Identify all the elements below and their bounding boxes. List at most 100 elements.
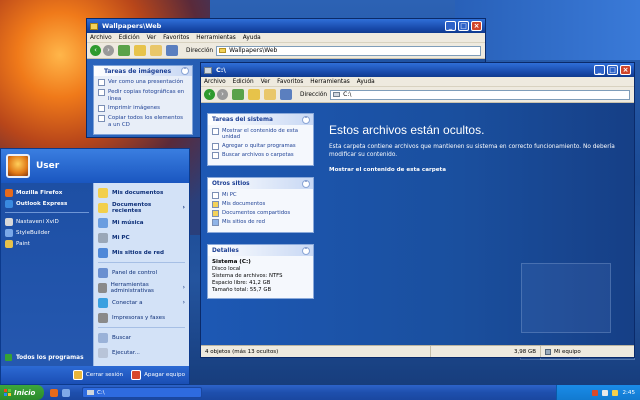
close-button[interactable]: × — [620, 65, 631, 75]
place-connect-to[interactable]: Conectar a › — [94, 295, 189, 310]
place-network[interactable]: Mis sitios de red — [94, 245, 189, 260]
start-button[interactable]: Inicio — [0, 385, 44, 400]
place-my-computer[interactable]: Mi PC — [212, 192, 309, 199]
network-icon[interactable] — [602, 389, 609, 396]
firefox-icon[interactable] — [50, 388, 58, 397]
search-icon[interactable] — [248, 89, 260, 100]
program-firefox[interactable]: Mozilla Firefox — [1, 187, 93, 198]
menu-archivo[interactable]: Archivo — [204, 79, 226, 85]
up-folder-icon[interactable] — [118, 45, 130, 56]
clock[interactable]: 2:45 — [622, 390, 635, 396]
back-icon[interactable]: ‹ — [204, 89, 215, 100]
place-label: Mis sitios de red — [222, 219, 265, 225]
maximize-button[interactable]: □ — [458, 21, 469, 31]
menu-edicion[interactable]: Edición — [233, 79, 254, 85]
place-search[interactable]: Buscar — [94, 330, 189, 345]
details-header[interactable]: Detalles ˄ — [208, 245, 313, 256]
menu-herramientas[interactable]: Herramientas — [310, 79, 350, 85]
place-my-documents[interactable]: Mis documentos — [212, 201, 309, 208]
menu-ayuda[interactable]: Ayuda — [243, 35, 261, 41]
place-shared-documents[interactable]: Documentos compartidos — [212, 210, 309, 217]
details-pane: Detalles ˄ Sistema (C:) Disco local Sist… — [207, 244, 314, 299]
drive-icon — [87, 390, 94, 395]
explorer-window-c-drive[interactable]: C:\ _ □ × Archivo Edición Ver Favoritos … — [200, 62, 635, 358]
search-icon[interactable] — [134, 45, 146, 56]
show-folder-contents-link[interactable]: Mostrar el contenido de esta carpeta — [329, 167, 446, 173]
toolbar: ‹ › Dirección Wallpapers\Web — [87, 43, 485, 59]
other-places-header[interactable]: Otros sitios ˄ — [208, 178, 313, 189]
show-desktop-icon[interactable] — [62, 388, 70, 397]
place-recent-documents[interactable]: Documentos recientes › — [94, 200, 189, 215]
menu-ver[interactable]: Ver — [147, 35, 156, 41]
forward-icon[interactable]: › — [103, 45, 114, 56]
address-bar[interactable]: Wallpapers\Web — [216, 45, 481, 56]
task-copy-to-cd[interactable]: Copiar todos los elementos a un CD — [98, 115, 188, 128]
task-label: C:\ — [97, 389, 105, 396]
task-order-prints[interactable]: Pedir copias fotográficas en línea — [98, 89, 188, 102]
forward-icon[interactable]: › — [217, 89, 228, 100]
menu-edicion[interactable]: Edición — [119, 35, 140, 41]
taskbar: Inicio C:\ 2:45 — [0, 385, 640, 400]
menu-ayuda[interactable]: Ayuda — [357, 79, 375, 85]
program-paint[interactable]: Paint — [1, 238, 93, 249]
address-bar[interactable]: C:\ — [330, 89, 630, 100]
place-printers[interactable]: Impresoras y faxes — [94, 310, 189, 325]
menu-favoritos[interactable]: Favoritos — [163, 35, 189, 41]
image-tasks-header[interactable]: Tareas de imágenes ˄ — [94, 66, 192, 76]
program-xvid[interactable]: Nastaveni XviD — [1, 216, 93, 227]
place-admin-tools[interactable]: Herramientas administrativas › — [94, 280, 189, 295]
outlook-icon — [5, 199, 13, 208]
collapse-icon[interactable]: ˄ — [302, 179, 310, 188]
menu-ver[interactable]: Ver — [261, 79, 270, 85]
shared-folder-icon — [212, 210, 219, 217]
program-stylebuilder[interactable]: StyleBuilder — [1, 227, 93, 238]
menu-favoritos[interactable]: Favoritos — [277, 79, 303, 85]
task-slideshow[interactable]: Ver como una presentación — [98, 79, 188, 86]
folders-icon[interactable] — [264, 89, 276, 100]
views-icon[interactable] — [166, 45, 178, 56]
user-avatar[interactable] — [6, 154, 30, 178]
folders-icon[interactable] — [150, 45, 162, 56]
network-icon — [98, 247, 108, 258]
collapse-icon[interactable]: ˄ — [302, 246, 310, 255]
taskbar-task-c-drive[interactable]: C:\ — [82, 387, 202, 398]
program-outlook-express[interactable]: Outlook Express — [1, 198, 93, 209]
place-my-documents[interactable]: Mis documentos — [94, 185, 189, 200]
task-add-remove-programs[interactable]: Agregar o quitar programas — [212, 142, 309, 150]
place-my-music[interactable]: Mi música — [94, 215, 189, 230]
minimize-button[interactable]: _ — [594, 65, 605, 75]
views-icon[interactable] — [280, 89, 292, 100]
restore-button[interactable]: □ — [607, 65, 618, 75]
task-show-drive-contents[interactable]: Mostrar el contenido de esta unidad — [212, 128, 309, 141]
place-my-computer[interactable]: Mi PC — [94, 230, 189, 245]
logoff-button[interactable]: Cerrar sesión — [72, 370, 123, 380]
place-network[interactable]: Mis sitios de red — [212, 219, 309, 226]
minimize-button[interactable]: _ — [445, 21, 456, 31]
details-title: Detalles — [212, 247, 239, 254]
program-label: Mozilla Firefox — [16, 189, 63, 196]
xvid-icon — [5, 217, 13, 226]
task-print-images[interactable]: Imprimir imágenes — [98, 105, 188, 112]
admin-tools-icon — [98, 282, 107, 293]
security-icon[interactable] — [592, 389, 599, 396]
collapse-icon[interactable]: ˄ — [181, 67, 189, 75]
details-line: Tamaño total: 55,7 GB — [212, 287, 272, 293]
menu-archivo[interactable]: Archivo — [90, 35, 112, 41]
menu-herramientas[interactable]: Herramientas — [196, 35, 236, 41]
search-icon — [212, 151, 219, 159]
up-folder-icon[interactable] — [232, 89, 244, 100]
title-bar[interactable]: Wallpapers\Web _ □ × — [87, 19, 485, 33]
title-bar[interactable]: C:\ _ □ × — [201, 63, 634, 77]
volume-icon[interactable] — [612, 389, 619, 396]
all-programs-button[interactable]: Todos los programas — [5, 354, 84, 361]
system-tasks-header[interactable]: Tareas del sistema ˄ — [208, 114, 313, 125]
shutdown-button[interactable]: Apagar equipo — [131, 370, 185, 380]
place-control-panel[interactable]: Panel de control — [94, 265, 189, 280]
place-run[interactable]: Ejecutar... — [94, 345, 189, 360]
cd-icon — [98, 115, 105, 122]
task-search-files[interactable]: Buscar archivos o carpetas — [212, 151, 309, 159]
back-icon[interactable]: ‹ — [90, 45, 101, 56]
collapse-icon[interactable]: ˄ — [302, 115, 310, 124]
menu-bar: Archivo Edición Ver Favoritos Herramient… — [87, 33, 485, 43]
close-button[interactable]: × — [471, 21, 482, 31]
